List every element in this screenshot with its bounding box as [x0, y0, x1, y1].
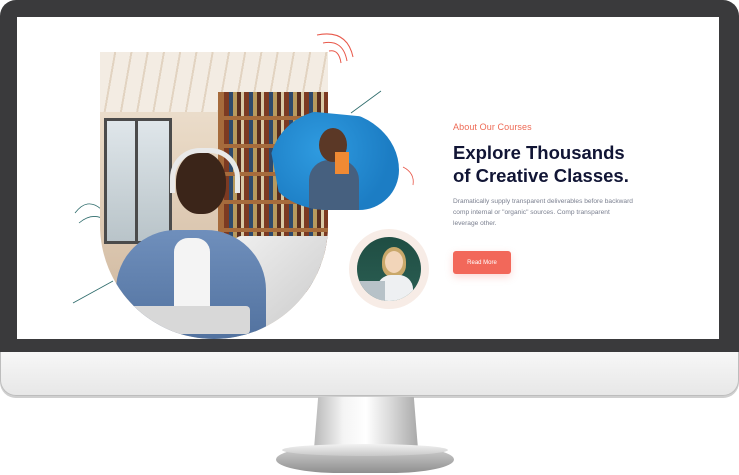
photo-laptop-base — [130, 306, 250, 334]
monitor-stand-base-top — [282, 444, 448, 456]
photo-woman-face — [385, 251, 403, 273]
headphones-icon — [170, 148, 240, 193]
section-eyebrow: About Our Courses — [453, 122, 532, 132]
photo-girl-body — [309, 160, 359, 210]
red-arc-top-3 — [328, 50, 342, 64]
photo-woman-laptop — [357, 281, 385, 301]
student-with-laptop-photo — [357, 237, 421, 301]
monitor-mockup: About Our Courses Explore Thousands of C… — [0, 0, 739, 475]
red-arc-right — [402, 166, 414, 186]
section-headline: Explore Thousands of Creative Classes. — [453, 141, 693, 187]
teal-line-top-right — [350, 90, 382, 114]
photo-window — [104, 118, 172, 244]
headline-line-2: of Creative Classes. — [453, 165, 629, 186]
photo-book — [335, 152, 349, 174]
teal-line-bottom — [72, 280, 114, 304]
photo-person-shirt — [174, 238, 210, 308]
monitor-stand-neck — [314, 397, 418, 449]
monitor-chin-outline — [0, 352, 739, 396]
monitor-screen: About Our Courses Explore Thousands of C… — [17, 17, 719, 339]
section-description: Dramatically supply transparent delivera… — [453, 198, 633, 227]
read-more-button[interactable]: Read More — [453, 251, 511, 274]
headline-line-1: Explore Thousands — [453, 142, 625, 163]
